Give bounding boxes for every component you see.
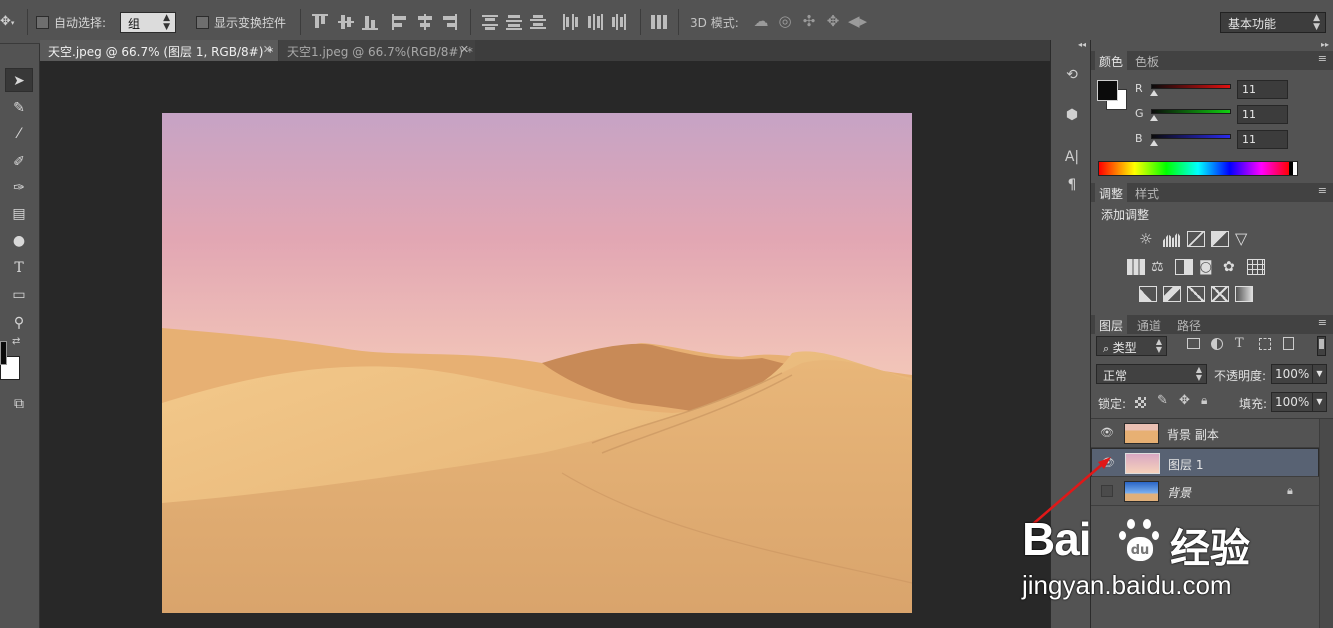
watermark-jingyan: 经验	[1170, 526, 1250, 572]
watermark-url: jingyan.baidu.com	[1022, 570, 1232, 600]
paw-icon: du	[1118, 518, 1164, 564]
watermark-brand: Bai	[1022, 512, 1092, 566]
watermark: Bai du 经验 jingyan.baidu.com	[1022, 510, 1332, 620]
watermark-bai: Bai	[1022, 513, 1092, 565]
